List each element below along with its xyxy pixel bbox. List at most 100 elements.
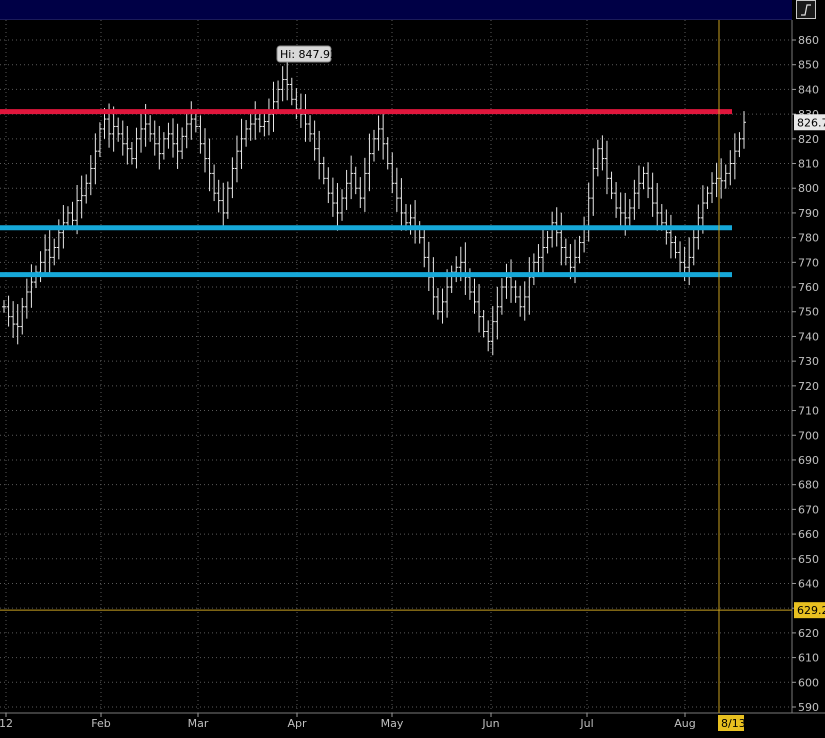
ohlc-bar [303,94,308,142]
ohlc-bar [636,165,641,209]
ohlc-bar [193,112,198,133]
ohlc-bar [655,183,660,231]
ohlc-bar [710,172,715,204]
ohlc-bar [577,235,582,264]
ohlc-bar [116,117,121,142]
ohlc-bar [600,135,605,171]
crosshair-price-tag: 629.2 [794,602,825,619]
ohlc-bar [212,164,217,202]
price-tags: Hi: 847.92 826.7 629.2 8/13 [276,45,825,731]
ohlc-bar [20,297,25,335]
x-tick-label: Feb [91,717,110,730]
ohlc-bar [312,120,317,161]
y-tick-label: 610 [798,652,819,665]
ohlc-bar [294,88,299,120]
y-tick-label: 730 [798,355,819,368]
ohlc-bar [79,175,84,219]
ohlc-bar [280,66,285,102]
ohlc-bar [262,110,267,137]
ohlc-bar [349,155,354,200]
last-price-tag: 826.7 [794,114,825,131]
ohlc-bar [253,101,258,140]
y-tick-label: 680 [798,479,819,492]
ohlc-bar [536,244,541,275]
ohlc-bar [189,101,194,140]
ohlc-bar [97,122,102,158]
ohlc-bar [335,183,340,231]
ohlc-bar [257,112,262,133]
ohlc-bar [139,113,144,153]
ohlc-bar [728,150,733,186]
ohlc-bar [417,221,422,244]
y-tick-label: 780 [798,232,819,245]
ohlc-bar [732,133,737,180]
ohlc-bar [486,320,491,352]
ohlc-bar [394,167,399,212]
ohlc-bar [376,115,381,151]
ohlc-bar [47,229,52,276]
ohlc-bar [477,284,482,333]
ohlc-bar [609,171,614,200]
ohlc-bar [595,139,600,177]
y-tick-label: 640 [798,577,819,590]
ohlc-bar [207,138,212,192]
ohlc-bar [399,178,404,231]
y-tick-label: 620 [798,627,819,640]
ohlc-bar [527,257,532,315]
ohlc-bar [344,169,349,210]
ohlc-bar [125,125,130,165]
ohlc-bar [308,115,313,142]
ohlc-bar [244,120,249,147]
x-tick-label: Jul [579,717,593,730]
ohlc-bar [646,162,651,199]
ohlc-bar [641,166,646,190]
date-axis: 12 Feb Mar Apr May Jun Jul Aug [0,713,696,730]
x-tick-label: May [381,717,404,730]
ohlc-bar [504,263,509,299]
ohlc-bar [15,304,20,345]
ohlc-bar [650,172,655,217]
ohlc-bar [93,133,98,185]
ohlc-bar [454,256,459,283]
ohlc-bar [358,177,363,208]
ohlc-bar [152,120,157,156]
x-tick-label: Aug [674,717,695,730]
ohlc-bar [198,115,203,154]
horizontal-level-lines[interactable] [0,109,732,278]
ohlc-bar [340,189,345,221]
ohlc-bar [175,123,180,169]
ohlc-bar [129,142,134,165]
ohlc-bar [266,98,271,136]
y-tick-label: 740 [798,330,819,343]
ohlc-bar [413,200,418,244]
ohlc-bar [723,164,728,189]
y-tick-label: 860 [798,34,819,47]
ohlc-bar [499,278,504,315]
high-label: Hi: 847.92 [276,45,337,63]
ohlc-bar [632,179,637,220]
ohlc-bar [440,288,445,324]
ohlc-bar [134,127,139,169]
ohlc-bar [705,186,710,209]
y-tick-label: 660 [798,528,819,541]
ohlc-bar [166,122,171,149]
ohlc-bar [531,253,536,286]
ohlc-bar [239,118,244,169]
ohlc-bar [563,238,568,266]
crosshair [0,20,792,713]
ohlc-bar [276,80,281,110]
x-tick-label: Jun [481,717,499,730]
price-chart[interactable]: 8608508408308208108007907807707607507407… [0,0,825,738]
ohlc-bars [2,61,746,356]
ohlc-bar [353,166,358,195]
y-tick-label: 650 [798,553,819,566]
ohlc-bar [230,157,235,199]
y-tick-label: 840 [798,83,819,96]
ohlc-bar [372,129,376,162]
ohlc-bar [737,132,742,158]
ohlc-bar [668,214,673,259]
ohlc-bar [604,140,609,195]
ohlc-bar [381,111,386,160]
ohlc-bar [435,288,440,320]
ohlc-bar [582,216,587,253]
